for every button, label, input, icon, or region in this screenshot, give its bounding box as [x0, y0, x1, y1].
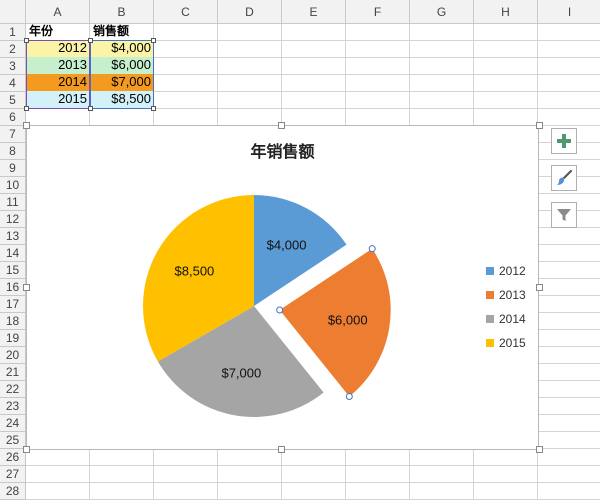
legend-label: 2015	[499, 336, 526, 350]
add-chart-element-button[interactable]	[551, 128, 577, 154]
column-header-C[interactable]: C	[154, 0, 218, 24]
row-header-14[interactable]: 14	[0, 245, 26, 262]
cell-B1[interactable]: 销售额	[90, 23, 154, 40]
paintbrush-icon	[557, 169, 573, 185]
row-header-15[interactable]: 15	[0, 262, 26, 279]
column-header-A[interactable]: A	[26, 0, 90, 24]
row-header-22[interactable]: 22	[0, 381, 26, 398]
column-header-B[interactable]: B	[90, 0, 154, 24]
slice-selection-handle[interactable]	[368, 245, 376, 253]
cell-A2[interactable]: 2012	[26, 40, 90, 57]
chart-resize-handle[interactable]	[536, 122, 543, 129]
legend-item-2012[interactable]: 2012	[486, 264, 526, 278]
chart-resize-handle[interactable]	[278, 446, 285, 453]
chart-resize-handle[interactable]	[23, 446, 30, 453]
cell-A1[interactable]: 年份	[26, 23, 90, 40]
cell-B4[interactable]: $7,000	[90, 74, 154, 91]
row-header-5[interactable]: 5	[0, 92, 26, 109]
legend-swatch	[486, 315, 494, 323]
row-header-12[interactable]: 12	[0, 211, 26, 228]
legend-swatch	[486, 339, 494, 347]
pie-plot-area[interactable]: $4,000 $6,000 $7,000 $8,500	[27, 126, 540, 451]
cell-A5[interactable]: 2015	[26, 91, 90, 108]
column-header-E[interactable]: E	[282, 0, 346, 24]
pie-chart[interactable]: 年销售额 $4,000 $6,000 $7,000 $8,500 2012 2013 …	[26, 125, 539, 450]
row-header-11[interactable]: 11	[0, 194, 26, 211]
legend-swatch	[486, 291, 494, 299]
row-header-18[interactable]: 18	[0, 313, 26, 330]
chart-resize-handle[interactable]	[23, 122, 30, 129]
slice-selection-handle[interactable]	[345, 392, 353, 400]
range-handle[interactable]	[24, 38, 29, 43]
row-header-19[interactable]: 19	[0, 330, 26, 347]
column-header-F[interactable]: F	[346, 0, 410, 24]
row-header-24[interactable]: 24	[0, 415, 26, 432]
chart-styles-button[interactable]	[551, 165, 577, 191]
row-header-21[interactable]: 21	[0, 364, 26, 381]
row-header-17[interactable]: 17	[0, 296, 26, 313]
row-header-13[interactable]: 13	[0, 228, 26, 245]
column-header-I[interactable]: I	[538, 0, 600, 24]
column-header-G[interactable]: G	[410, 0, 474, 24]
data-label-2015[interactable]: $8,500	[175, 264, 215, 279]
legend-label: 2012	[499, 264, 526, 278]
row-header-2[interactable]: 2	[0, 41, 26, 58]
chart-resize-handle[interactable]	[23, 284, 30, 291]
range-handle[interactable]	[151, 38, 156, 43]
row-header-10[interactable]: 10	[0, 177, 26, 194]
row-header-23[interactable]: 23	[0, 398, 26, 415]
select-all-corner[interactable]	[0, 0, 26, 24]
row-header-9[interactable]: 9	[0, 160, 26, 177]
range-handle[interactable]	[88, 106, 93, 111]
row-header-20[interactable]: 20	[0, 347, 26, 364]
range-handle[interactable]	[24, 106, 29, 111]
data-label-2013[interactable]: $6,000	[328, 313, 368, 328]
funnel-icon	[557, 209, 571, 221]
legend-label: 2014	[499, 312, 526, 326]
cell-B5[interactable]: $8,500	[90, 91, 154, 108]
legend-label: 2013	[499, 288, 526, 302]
row-header-8[interactable]: 8	[0, 143, 26, 160]
legend-swatch	[486, 267, 494, 275]
chart-resize-handle[interactable]	[278, 122, 285, 129]
cell-A3[interactable]: 2013	[26, 57, 90, 74]
row-header-1[interactable]: 1	[0, 24, 26, 41]
chart-resize-handle[interactable]	[536, 446, 543, 453]
legend-item-2014[interactable]: 2014	[486, 312, 526, 326]
range-handle[interactable]	[151, 106, 156, 111]
row-header-28[interactable]: 28	[0, 483, 26, 500]
data-label-2012[interactable]: $4,000	[267, 237, 307, 252]
column-header-H[interactable]: H	[474, 0, 538, 24]
legend-item-2015[interactable]: 2015	[486, 336, 526, 350]
slice-selection-handle[interactable]	[276, 306, 284, 314]
row-header-4[interactable]: 4	[0, 75, 26, 92]
chart-filters-button[interactable]	[551, 202, 577, 228]
row-header-3[interactable]: 3	[0, 58, 26, 75]
legend-item-2013[interactable]: 2013	[486, 288, 526, 302]
plus-icon	[557, 134, 571, 148]
data-label-2014[interactable]: $7,000	[221, 366, 261, 381]
cell-B2[interactable]: $4,000	[90, 40, 154, 57]
chart-resize-handle[interactable]	[536, 284, 543, 291]
column-header-D[interactable]: D	[218, 0, 282, 24]
cell-B3[interactable]: $6,000	[90, 57, 154, 74]
cell-A4[interactable]: 2014	[26, 74, 90, 91]
row-header-27[interactable]: 27	[0, 466, 26, 483]
range-handle[interactable]	[88, 38, 93, 43]
